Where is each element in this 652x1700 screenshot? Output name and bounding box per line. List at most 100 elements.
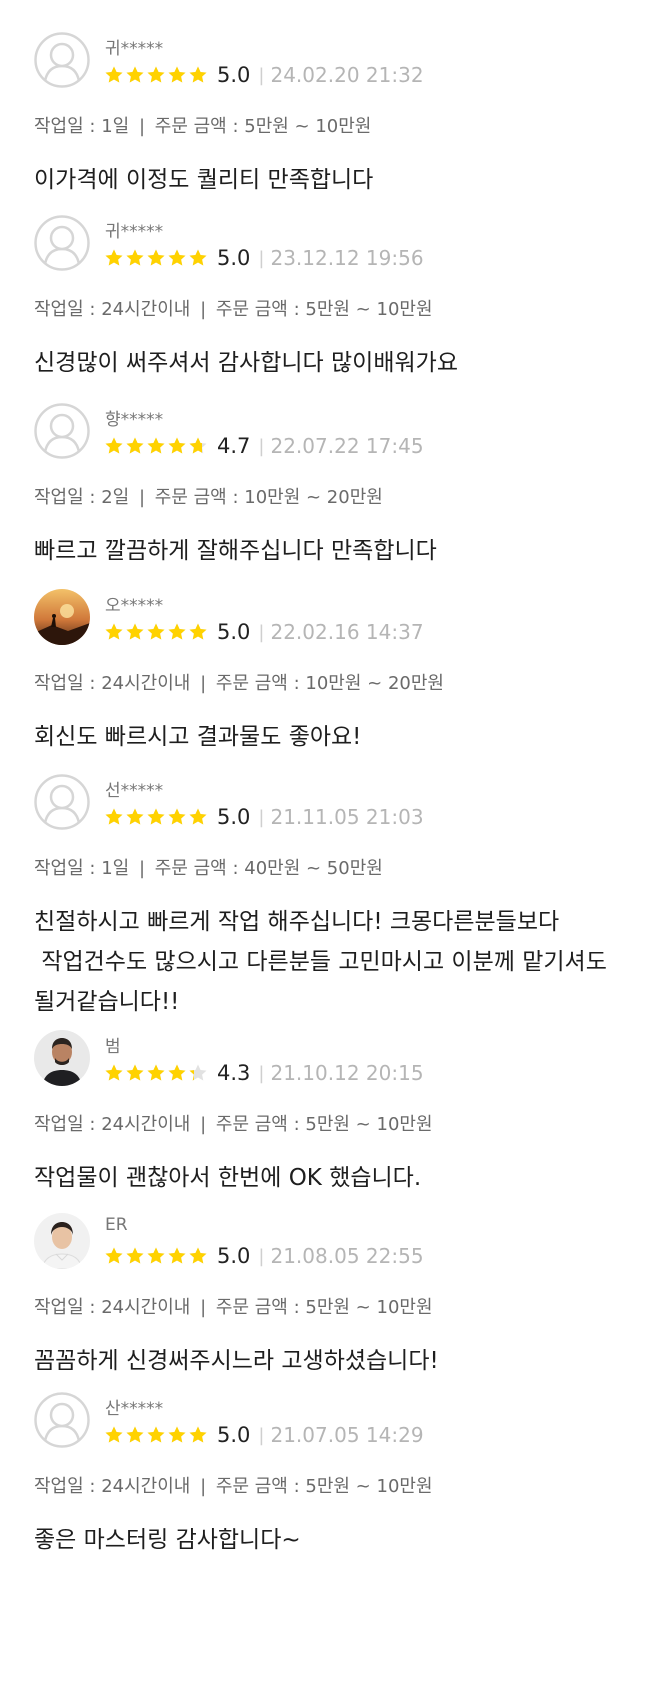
- divider: |: [138, 858, 146, 879]
- divider: |: [258, 247, 265, 269]
- star-rating: [104, 65, 209, 85]
- man-photo-avatar[interactable]: [34, 1030, 90, 1086]
- star-icon: [147, 1247, 165, 1264]
- reviewer-name: 향*****: [105, 410, 164, 430]
- star-rating: [104, 1246, 209, 1266]
- order-amount-label: 주문 금액 :: [215, 673, 300, 694]
- star-icon: [105, 623, 123, 640]
- work-period-value: 2일: [101, 487, 130, 508]
- rating-score: 4.3: [217, 1061, 251, 1085]
- order-amount-label: 주문 금액 :: [215, 1114, 300, 1135]
- rating-score: 4.7: [217, 434, 251, 458]
- young-man-photo-avatar[interactable]: [34, 1213, 90, 1269]
- divider: |: [138, 487, 146, 508]
- work-period-value: 24시간이내: [101, 299, 191, 320]
- rating-score: 5.0: [217, 620, 251, 644]
- work-period-value: 24시간이내: [101, 1114, 191, 1135]
- work-period-label: 작업일 :: [34, 673, 96, 694]
- star-icon: [105, 1064, 123, 1081]
- order-amount-value: 5만원 ~ 10만원: [305, 1297, 433, 1318]
- star-icon: [126, 1064, 144, 1081]
- work-period-label: 작업일 :: [34, 299, 96, 320]
- order-amount-value: 10만원 ~ 20만원: [244, 487, 383, 508]
- reviewer-name: 오*****: [105, 596, 164, 616]
- work-period-label: 작업일 :: [34, 116, 96, 137]
- work-period-label: 작업일 :: [34, 1476, 96, 1497]
- divider: |: [200, 1114, 207, 1135]
- default-avatar-icon[interactable]: [34, 1392, 90, 1448]
- star-icon: [168, 437, 186, 454]
- star-icon: [147, 808, 165, 825]
- work-period-value: 24시간이내: [101, 1297, 191, 1318]
- star-rating: [104, 1063, 209, 1083]
- review-date: 21.08.05 22:55: [270, 1244, 424, 1268]
- order-amount-label: 주문 금액 :: [215, 1476, 300, 1497]
- divider: |: [200, 1297, 207, 1318]
- rating-score: 5.0: [217, 1244, 251, 1268]
- star-rating: [104, 622, 209, 642]
- rating-score: 5.0: [217, 805, 251, 829]
- star-icon: [147, 623, 165, 640]
- star-rating: [104, 807, 209, 827]
- default-avatar-icon[interactable]: [34, 215, 90, 271]
- star-icon: [168, 1064, 186, 1081]
- divider: |: [258, 435, 265, 457]
- star-icon: [147, 1426, 165, 1443]
- reviewer-name: 귀*****: [105, 39, 164, 59]
- star-rating: [104, 248, 209, 268]
- rating-row: 5.0 | 23.12.12 19:56: [104, 243, 424, 273]
- divider: |: [200, 1476, 207, 1497]
- star-icon: [168, 623, 186, 640]
- order-info: 작업일 : 1일 | 주문 금액 : 40만원 ~ 50만원: [34, 854, 383, 880]
- work-period-label: 작업일 :: [34, 858, 96, 879]
- star-icon: [189, 1247, 207, 1264]
- review-text: 회신도 빠르시고 결과물도 좋아요!: [34, 724, 362, 750]
- divider: |: [258, 1424, 265, 1446]
- star-icon: [189, 249, 207, 266]
- order-amount-value: 5만원 ~ 10만원: [244, 116, 372, 137]
- work-period-label: 작업일 :: [34, 1297, 96, 1318]
- order-info: 작업일 : 24시간이내 | 주문 금액 : 5만원 ~ 10만원: [34, 1293, 433, 1319]
- review-text: 이가격에 이정도 퀄리티 만족합니다: [34, 167, 374, 193]
- rating-row: 4.3 | 21.10.12 20:15: [104, 1058, 424, 1088]
- work-period-value: 1일: [101, 116, 130, 137]
- star-icon: [126, 808, 144, 825]
- rating-row: 4.7 | 22.07.22 17:45: [104, 431, 424, 461]
- divider: |: [138, 116, 146, 137]
- sunset-photo-avatar[interactable]: [34, 589, 90, 645]
- review-text: 꼼꼼하게 신경써주시느라 고생하셨습니다!: [34, 1348, 439, 1374]
- star-icon: [189, 437, 207, 454]
- rating-row: 5.0 | 21.08.05 22:55: [104, 1241, 424, 1271]
- reviewer-name: 산*****: [105, 1399, 164, 1419]
- star-icon: [189, 623, 207, 640]
- star-rating: [104, 436, 209, 456]
- review-text: 빠르고 깔끔하게 잘해주십니다 만족합니다: [34, 538, 437, 564]
- star-icon: [168, 808, 186, 825]
- star-icon: [126, 437, 144, 454]
- star-icon: [105, 1247, 123, 1264]
- star-icon: [126, 1426, 144, 1443]
- divider: |: [258, 1062, 265, 1084]
- default-avatar-icon[interactable]: [34, 774, 90, 830]
- review-text: 신경많이 써주셔서 감사합니다 많이배워가요: [34, 350, 458, 376]
- star-icon: [105, 249, 123, 266]
- default-avatar-icon[interactable]: [34, 403, 90, 459]
- star-rating: [104, 1425, 209, 1445]
- review-date: 24.02.20 21:32: [270, 63, 424, 87]
- reviewer-name: 선*****: [105, 781, 164, 801]
- divider: |: [200, 673, 207, 694]
- default-avatar-icon[interactable]: [34, 32, 90, 88]
- star-icon: [189, 1426, 207, 1443]
- order-amount-label: 주문 금액 :: [215, 1297, 300, 1318]
- order-info: 작업일 : 24시간이내 | 주문 금액 : 5만원 ~ 10만원: [34, 295, 433, 321]
- rating-score: 5.0: [217, 63, 251, 87]
- divider: |: [200, 299, 207, 320]
- star-icon: [168, 1247, 186, 1264]
- order-amount-value: 5만원 ~ 10만원: [305, 299, 433, 320]
- star-icon: [189, 808, 207, 825]
- work-period-value: 24시간이내: [101, 1476, 191, 1497]
- order-amount-value: 40만원 ~ 50만원: [244, 858, 383, 879]
- star-icon: [189, 66, 207, 83]
- order-amount-label: 주문 금액 :: [154, 858, 239, 879]
- reviewer-name: 귀*****: [105, 222, 164, 242]
